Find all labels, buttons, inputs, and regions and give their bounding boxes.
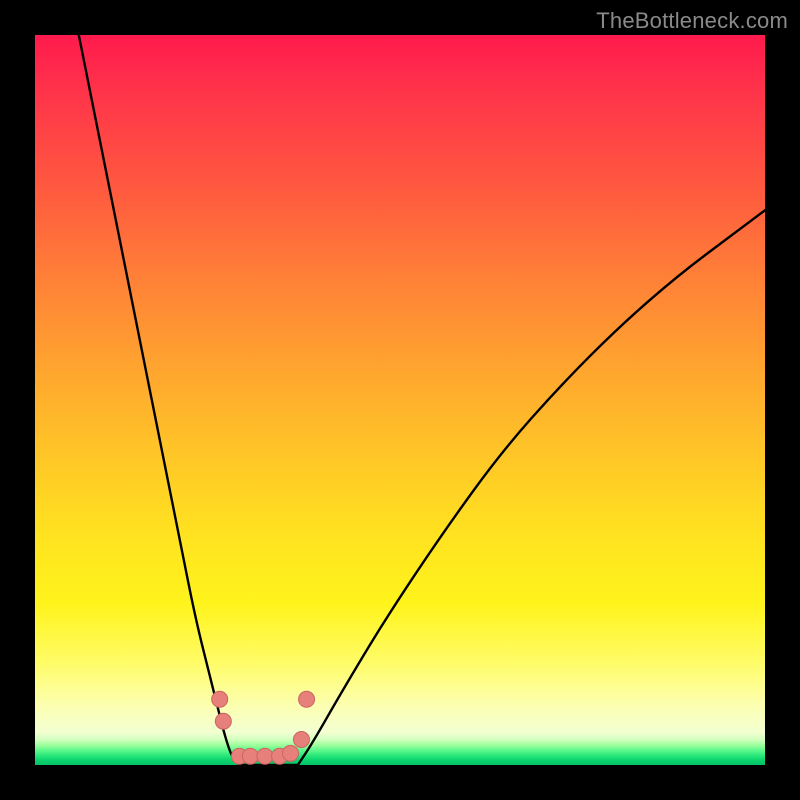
outer-frame: TheBottleneck.com — [0, 0, 800, 800]
data-marker — [212, 691, 228, 707]
chart-svg — [35, 35, 765, 765]
watermark-text: TheBottleneck.com — [596, 8, 788, 34]
bottleneck-curve — [79, 35, 765, 765]
data-marker — [242, 748, 258, 764]
markers-group — [212, 691, 315, 764]
data-marker — [257, 748, 273, 764]
data-marker — [299, 691, 315, 707]
curve-group — [79, 35, 765, 765]
data-marker — [283, 745, 299, 761]
plot-area — [35, 35, 765, 765]
data-marker — [293, 731, 309, 747]
data-marker — [215, 713, 231, 729]
